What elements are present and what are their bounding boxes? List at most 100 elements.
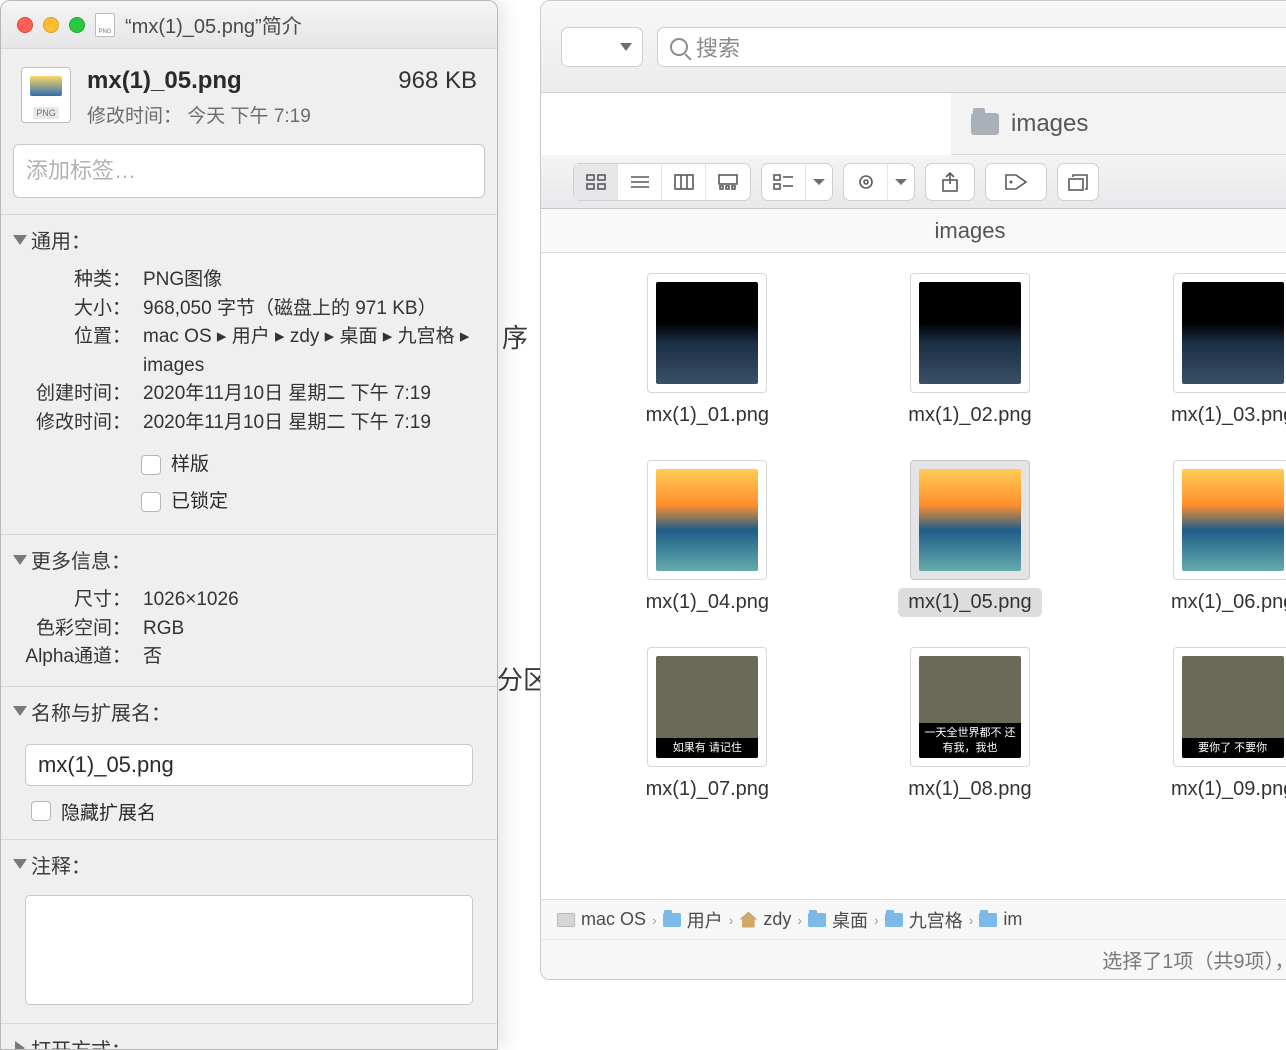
close-button[interactable] — [17, 17, 33, 33]
hide-extension-label: 隐藏扩展名 — [61, 798, 156, 825]
locked-label: 已锁定 — [171, 488, 228, 517]
alpha-value: 否 — [143, 643, 477, 672]
path-segment[interactable]: im — [1003, 909, 1022, 930]
file-thumbnail: 要你了 不要你 — [1173, 647, 1286, 767]
zoom-button[interactable] — [69, 17, 85, 33]
dimensions-value: 1026×1026 — [143, 586, 477, 615]
section-label: 名称与扩展名： — [31, 697, 171, 726]
file-item[interactable]: 一天全世界都不 还有我，我也 mx(1)_08.png — [844, 647, 1097, 804]
section-label: 通用： — [31, 225, 91, 254]
file-item[interactable]: mx(1)_06.png — [1106, 460, 1286, 617]
file-item[interactable]: 要你了 不要你mx(1)_09.png — [1106, 647, 1286, 804]
section-open-with-header[interactable]: 打开方式： — [1, 1024, 497, 1050]
group-by-segment[interactable] — [761, 163, 833, 201]
section-comments: 注释： — [1, 839, 497, 1005]
path-separator: › — [797, 912, 802, 928]
colorspace-label: 色彩空间： — [21, 615, 131, 644]
file-name: mx(1)_05.png — [87, 67, 242, 95]
toolbar-dropdown[interactable] — [561, 27, 643, 67]
finder-window: 搜索 images images mx(1)_01.png mx(1)_02.pn… — [540, 0, 1286, 980]
stationery-checkbox[interactable] — [141, 455, 161, 475]
share-button[interactable] — [925, 163, 975, 201]
tab-title: images — [1011, 110, 1088, 138]
dimensions-label: 尺寸： — [21, 586, 131, 615]
file-item[interactable]: mx(1)_04.png — [581, 460, 834, 617]
column-view-icon[interactable] — [662, 164, 706, 200]
locked-checkbox[interactable] — [141, 492, 161, 512]
icon-view-icon[interactable] — [574, 164, 618, 200]
section-label: 打开方式： — [31, 1034, 131, 1050]
hide-extension-checkbox[interactable] — [31, 801, 51, 821]
path-icon — [885, 913, 903, 927]
minimize-button[interactable] — [43, 17, 59, 33]
file-name-label: mx(1)_02.png — [898, 401, 1041, 430]
file-item[interactable]: mx(1)_02.png — [844, 273, 1097, 430]
action-menu[interactable] — [843, 163, 915, 201]
chevron-down-icon — [620, 43, 632, 51]
path-icon — [557, 913, 575, 927]
file-thumbnail: 一天全世界都不 还有我，我也 — [910, 647, 1030, 767]
file-name-label: mx(1)_06.png — [1161, 588, 1286, 617]
name-extension-field[interactable]: mx(1)_05.png — [25, 744, 473, 786]
section-more-info-header[interactable]: 更多信息： — [1, 535, 497, 584]
file-item[interactable]: mx(1)_05.png — [844, 460, 1097, 617]
disclosure-icon — [13, 706, 27, 716]
section-general: 通用： 种类：PNG图像 大小：968,050 字节（磁盘上的 971 KB） … — [1, 214, 497, 534]
path-icon — [663, 913, 681, 927]
path-segment[interactable]: 桌面 — [832, 907, 868, 933]
path-segment[interactable]: 用户 — [687, 907, 723, 933]
section-name-ext: 名称与扩展名： mx(1)_05.png 隐藏扩展名 — [1, 686, 497, 839]
where-label: 位置： — [21, 323, 131, 380]
section-general-header[interactable]: 通用： — [1, 215, 497, 264]
file-item[interactable]: 如果有 请记住mx(1)_07.png — [581, 647, 834, 804]
alpha-label: Alpha通道： — [21, 643, 131, 672]
kind-label: 种类： — [21, 266, 131, 295]
size-value: 968,050 字节（磁盘上的 971 KB） — [143, 295, 477, 324]
colorspace-value: RGB — [143, 615, 477, 644]
file-name-label: mx(1)_05.png — [898, 588, 1041, 617]
quicklook-button[interactable] — [1057, 163, 1099, 201]
path-separator: › — [874, 912, 879, 928]
section-name-ext-header[interactable]: 名称与扩展名： — [1, 687, 497, 736]
path-separator: › — [729, 912, 734, 928]
folder-icon — [971, 113, 999, 135]
file-thumbnail — [1173, 273, 1286, 393]
disclosure-icon — [13, 235, 27, 245]
section-comments-header[interactable]: 注释： — [1, 840, 497, 889]
path-segment[interactable]: zdy — [763, 909, 791, 930]
section-label: 注释： — [31, 850, 91, 879]
section-more-info: 更多信息： 尺寸： 1026×1026 色彩空间： RGB Alpha通道： 否 — [1, 534, 497, 686]
file-name-label: mx(1)_01.png — [636, 401, 779, 430]
tags-field[interactable]: 添加标签… — [13, 144, 485, 198]
path-bar[interactable]: mac OS›用户›zdy›桌面›九宫格›im — [541, 899, 1286, 939]
path-separator: › — [969, 912, 974, 928]
comments-field[interactable] — [25, 895, 473, 1005]
path-icon — [739, 912, 757, 928]
chevron-down-icon — [806, 164, 832, 200]
tags-button[interactable] — [985, 163, 1047, 201]
list-view-icon[interactable] — [618, 164, 662, 200]
disclosure-icon — [15, 1041, 25, 1050]
path-segment[interactable]: mac OS — [581, 909, 646, 930]
modified-label: 修改时间： — [21, 409, 131, 438]
finder-header-title: images — [541, 209, 1286, 253]
file-thumbnail: PNG — [21, 67, 71, 123]
file-thumbnail — [647, 273, 767, 393]
size-label: 大小： — [21, 295, 131, 324]
created-label: 创建时间： — [21, 380, 131, 409]
files-area: mx(1)_01.png mx(1)_02.png mx(1)_03.png mx(1… — [541, 253, 1286, 899]
finder-view-toolbar — [541, 155, 1286, 209]
bg-text-1: 序 — [502, 318, 528, 355]
finder-tab[interactable]: images — [951, 93, 1286, 155]
chevron-down-icon — [888, 164, 914, 200]
path-icon — [979, 913, 997, 927]
file-item[interactable]: mx(1)_03.png — [1106, 273, 1286, 430]
gallery-view-icon[interactable] — [706, 164, 750, 200]
file-header: PNG mx(1)_05.png 968 KB 修改时间： 今天 下午 7:19 — [1, 49, 497, 138]
path-segment[interactable]: 九宫格 — [909, 907, 963, 933]
search-input[interactable]: 搜索 — [657, 27, 1286, 67]
file-item[interactable]: mx(1)_01.png — [581, 273, 834, 430]
window-title: “mx(1)_05.png”简介 — [125, 10, 302, 39]
view-mode-segment[interactable] — [573, 163, 751, 201]
file-name-label: mx(1)_08.png — [898, 775, 1041, 804]
